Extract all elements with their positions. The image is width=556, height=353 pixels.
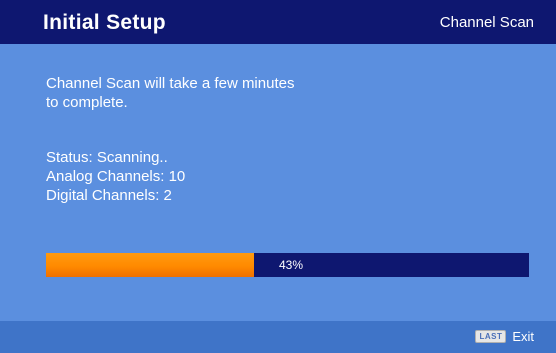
scan-message-line-2: to complete. xyxy=(46,94,128,111)
progress-fill xyxy=(46,253,254,277)
exit-label: Exit xyxy=(512,329,534,344)
status-text: Status: Scanning.. xyxy=(46,149,168,166)
footer-bar: LAST Exit xyxy=(0,321,556,353)
last-key-icon: LAST xyxy=(475,330,507,343)
scan-message: Channel Scan will take a few minutes to … xyxy=(46,74,386,112)
channel-scan-screen: Initial Setup Channel Scan Channel Scan … xyxy=(0,0,556,353)
scan-progress-bar: 43% xyxy=(46,253,529,277)
digital-channels-count: Digital Channels: 2 xyxy=(46,187,172,204)
scan-status-block: Status: Scanning.. Analog Channels: 10 D… xyxy=(46,148,185,205)
exit-button[interactable]: LAST Exit xyxy=(475,329,534,344)
header-bar: Initial Setup Channel Scan xyxy=(0,0,556,44)
page-title: Initial Setup xyxy=(43,11,166,34)
progress-percent-label: 43% xyxy=(279,258,304,272)
page-subtitle: Channel Scan xyxy=(439,14,534,31)
analog-channels-count: Analog Channels: 10 xyxy=(46,168,186,185)
scan-message-line-1: Channel Scan will take a few minutes xyxy=(46,75,295,92)
content-panel: Channel Scan will take a few minutes to … xyxy=(0,44,556,321)
